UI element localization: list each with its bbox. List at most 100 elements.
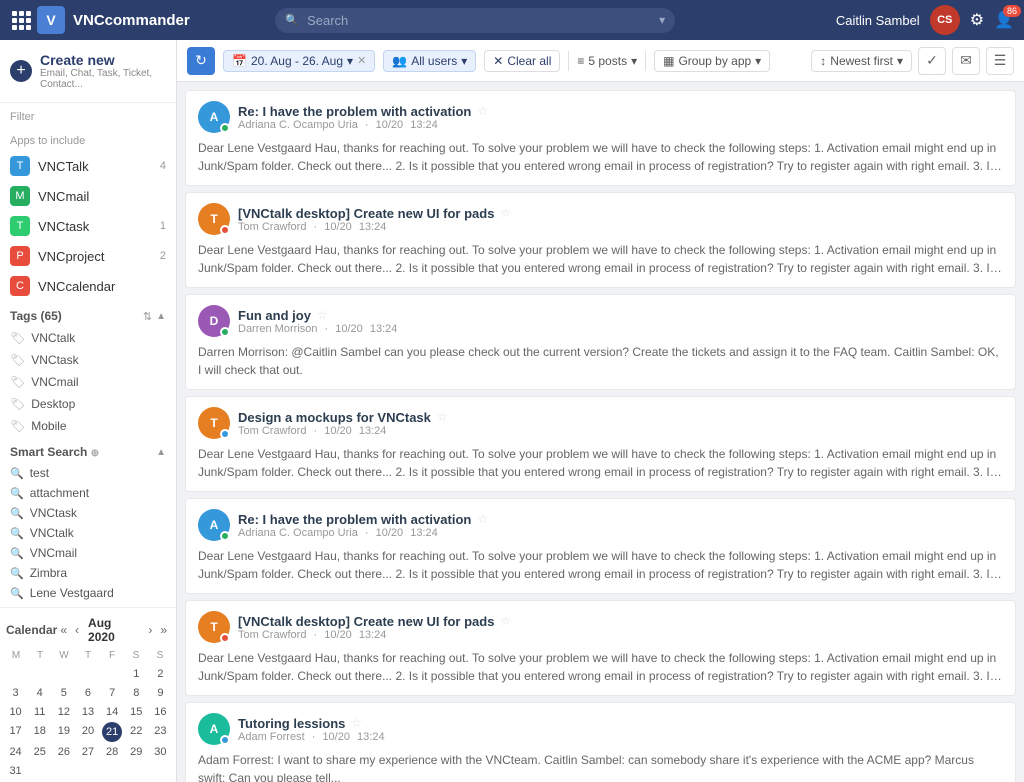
message-card[interactable]: A Re: I have the problem with activation… — [185, 498, 1016, 594]
search-dropdown-icon[interactable]: ▾ — [659, 13, 665, 27]
calendar-day-cell[interactable]: 2 — [149, 665, 172, 683]
clear-all-button[interactable]: ✕ Clear all — [484, 50, 560, 72]
refresh-button[interactable]: ↻ — [187, 47, 215, 75]
create-new-button[interactable]: + Create new Email, Chat, Task, Ticket, … — [0, 40, 176, 103]
message-card[interactable]: D Fun and joy ☆ Darren Morrison · 10/20 … — [185, 294, 1016, 390]
calendar-day-cell[interactable]: 3 — [4, 684, 27, 702]
calendar-today[interactable]: 21 — [101, 722, 124, 742]
settings-icon[interactable]: ⚙ — [970, 10, 984, 30]
calendar-day-cell[interactable]: 20 — [76, 722, 99, 742]
message-card[interactable]: T Design a mockups for VNCtask ☆ Tom Cra… — [185, 396, 1016, 492]
sidebar-app-vnccalendar[interactable]: C VNCcalendar — [0, 271, 176, 301]
message-card[interactable]: A Tutoring lessions ☆ Adam Forrest · 10/… — [185, 702, 1016, 782]
calendar-day-cell[interactable]: 29 — [125, 743, 148, 761]
search-input[interactable] — [275, 8, 675, 33]
calendar-day-cell[interactable]: 9 — [149, 684, 172, 702]
calendar-day-cell[interactable]: 28 — [101, 743, 124, 761]
calendar-day-cell[interactable]: 13 — [76, 703, 99, 721]
message-card[interactable]: T [VNCtalk desktop] Create new UI for pa… — [185, 600, 1016, 696]
calendar-day-cell[interactable]: 31 — [4, 762, 27, 780]
calendar-day-cell[interactable]: 27 — [76, 743, 99, 761]
sidebar-app-vncmail[interactable]: M VNCmail — [0, 181, 176, 211]
calendar-day-cell[interactable]: 19 — [52, 722, 75, 742]
tags-header[interactable]: Tags (65) ⇅ ▲ — [0, 301, 176, 327]
view-envelope-button[interactable]: ✉ — [952, 47, 980, 75]
user-avatar[interactable]: CS — [930, 5, 960, 35]
calendar-day-cell[interactable]: 22 — [125, 722, 148, 742]
smart-search-item[interactable]: 🔍Zimbra — [0, 563, 176, 583]
smart-search-item[interactable]: 🔍Lene Vestgaard — [0, 583, 176, 603]
star-icon[interactable]: ☆ — [477, 104, 488, 118]
calendar-day-cell[interactable]: 5 — [52, 684, 75, 702]
users-filter-dropdown-icon: ▾ — [461, 54, 467, 68]
calendar-day-cell[interactable]: 10 — [4, 703, 27, 721]
star-icon[interactable]: ☆ — [317, 308, 328, 322]
view-check-button[interactable]: ✓ — [918, 47, 946, 75]
notifications-button[interactable]: 👤 86 — [994, 10, 1014, 30]
tag-item-vnctalk[interactable]: 🏷VNCtalk — [0, 327, 176, 349]
calendar-day-cell[interactable]: 18 — [28, 722, 51, 742]
tag-label: VNCtalk — [31, 331, 75, 345]
calendar-day-cell[interactable]: 30 — [149, 743, 172, 761]
tags-expand-icon[interactable]: ⇅ — [143, 310, 152, 323]
group-by-button[interactable]: ▦ Group by app ▾ — [654, 50, 770, 72]
smart-search-chevron-icon[interactable]: ▲ — [156, 447, 166, 458]
date-filter[interactable]: 📅 20. Aug - 26. Aug ▾ ✕ — [223, 50, 375, 72]
users-filter[interactable]: 👥 All users ▾ — [383, 50, 476, 72]
search-icon: 🔍 — [10, 567, 24, 580]
smart-search-item[interactable]: 🔍attachment — [0, 483, 176, 503]
tags-chevron-icon[interactable]: ▲ — [156, 311, 166, 322]
calendar-day-cell[interactable]: 23 — [149, 722, 172, 742]
avatar-status-indicator — [220, 429, 230, 439]
calendar-day-cell[interactable]: 4 — [28, 684, 51, 702]
calendar-day-cell[interactable]: 15 — [125, 703, 148, 721]
sidebar-app-vncproject[interactable]: P VNCproject 2 — [0, 241, 176, 271]
calendar-day-cell[interactable]: 6 — [76, 684, 99, 702]
calendar-prev-year[interactable]: « — [57, 622, 70, 638]
message-card[interactable]: T [VNCtalk desktop] Create new UI for pa… — [185, 192, 1016, 288]
calendar-next-month[interactable]: › — [145, 622, 155, 638]
calendar-day-cell[interactable]: 25 — [28, 743, 51, 761]
calendar-day-cell[interactable]: 24 — [4, 743, 27, 761]
app-icon: V — [37, 6, 65, 34]
star-icon[interactable]: ☆ — [351, 716, 362, 730]
calendar-day-cell[interactable]: 11 — [28, 703, 51, 721]
calendar-prev-month[interactable]: ‹ — [72, 622, 82, 638]
calendar-day-cell[interactable]: 1 — [125, 665, 148, 683]
star-icon[interactable]: ☆ — [477, 512, 488, 526]
calendar-day-cell[interactable]: 12 — [52, 703, 75, 721]
calendar-day-cell[interactable]: 26 — [52, 743, 75, 761]
calendar-month: Aug 2020 — [84, 616, 143, 644]
tag-item-desktop[interactable]: 🏷Desktop — [0, 393, 176, 415]
message-avatar: T — [198, 203, 230, 235]
sort-button[interactable]: ↕ Newest first ▾ — [811, 50, 912, 72]
sidebar-app-vnctask[interactable]: T VNCtask 1 — [0, 211, 176, 241]
calendar-day-cell[interactable]: 16 — [149, 703, 172, 721]
smart-search-item[interactable]: 🔍test — [0, 463, 176, 483]
smart-search-item[interactable]: 🔍VNCmail — [0, 543, 176, 563]
calendar-day-cell[interactable]: 7 — [101, 684, 124, 702]
sidebar-app-vnctalk[interactable]: T VNCTalk 4 — [0, 151, 176, 181]
message-card[interactable]: A Re: I have the problem with activation… — [185, 90, 1016, 186]
global-search[interactable]: ▾ — [275, 8, 675, 33]
star-icon[interactable]: ☆ — [500, 614, 511, 628]
tag-item-vncmail[interactable]: 🏷VNCmail — [0, 371, 176, 393]
tags-label: Tags (65) — [10, 309, 62, 323]
posts-dropdown-icon[interactable]: ▾ — [631, 54, 637, 68]
smart-search-item[interactable]: 🔍VNCtask — [0, 503, 176, 523]
star-icon[interactable]: ☆ — [500, 206, 511, 220]
tag-item-vnctask[interactable]: 🏷VNCtask — [0, 349, 176, 371]
tag-item-mobile[interactable]: 🏷Mobile — [0, 415, 176, 437]
view-menu-button[interactable]: ☰ — [986, 47, 1014, 75]
smart-search-header[interactable]: Smart Search ⊕ ▲ — [0, 437, 176, 463]
calendar-day-cell[interactable]: 8 — [125, 684, 148, 702]
posts-count-label: 5 posts — [588, 54, 627, 68]
tag-label: VNCtask — [31, 353, 78, 367]
calendar-next-year[interactable]: » — [157, 622, 170, 638]
calendar-day-cell[interactable]: 17 — [4, 722, 27, 742]
star-icon[interactable]: ☆ — [437, 410, 448, 424]
date-filter-close-icon[interactable]: ✕ — [357, 54, 366, 67]
grid-icon[interactable] — [10, 9, 33, 32]
calendar-day-cell[interactable]: 14 — [101, 703, 124, 721]
smart-search-item[interactable]: 🔍VNCtalk — [0, 523, 176, 543]
